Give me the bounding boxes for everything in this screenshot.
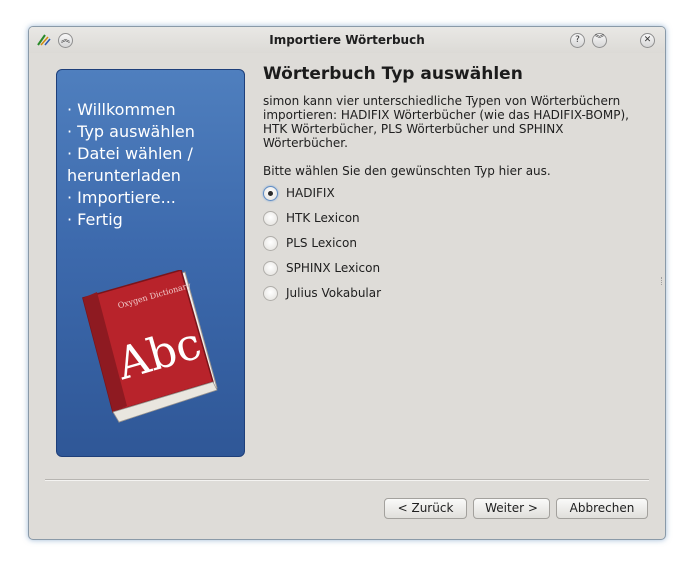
page-title: Wörterbuch Typ auswählen bbox=[263, 64, 523, 84]
button-separator bbox=[45, 479, 649, 481]
radio-label-htk[interactable]: HTK Lexicon bbox=[286, 211, 360, 225]
close-icon[interactable]: ✕ bbox=[640, 33, 655, 48]
radio-julius-vokabular[interactable]: Julius Vokabular bbox=[263, 284, 381, 302]
step-select-type: · Typ auswählen bbox=[67, 122, 195, 141]
radio-htk-lexicon[interactable]: HTK Lexicon bbox=[263, 209, 360, 227]
step-import: · Importiere... bbox=[67, 188, 176, 207]
radio-button[interactable] bbox=[263, 235, 278, 251]
radio-label-sphinx[interactable]: SPHINX Lexicon bbox=[286, 261, 380, 275]
minimize-icon[interactable]: ︾ bbox=[592, 33, 607, 48]
step-download: herunterladen bbox=[67, 166, 181, 185]
next-button[interactable]: Weiter > bbox=[473, 498, 550, 519]
radio-label-hadifix[interactable]: HADIFIX bbox=[286, 186, 335, 200]
title-bar[interactable]: ︽ Importiere Wörterbuch ? ︾ ✕ bbox=[29, 27, 665, 53]
step-select-file: · Datei wählen / bbox=[67, 144, 193, 163]
radio-label-julius[interactable]: Julius Vokabular bbox=[286, 286, 381, 300]
step-welcome: · Willkommen bbox=[67, 100, 176, 119]
radio-hadifix[interactable]: HADIFIX bbox=[263, 184, 335, 202]
back-button[interactable]: < Zurück bbox=[384, 498, 467, 519]
dictionary-book-icon: Oxygen Dictionary Abc bbox=[82, 270, 218, 423]
radio-button[interactable] bbox=[263, 260, 278, 276]
radio-pls-lexicon[interactable]: PLS Lexicon bbox=[263, 234, 357, 252]
radio-label-pls[interactable]: PLS Lexicon bbox=[286, 236, 357, 250]
page-description: simon kann vier unterschiedliche Typen v… bbox=[263, 94, 629, 150]
radio-button[interactable] bbox=[263, 210, 278, 226]
radio-sphinx-lexicon[interactable]: SPHINX Lexicon bbox=[263, 259, 380, 277]
dialog-window: ︽ Importiere Wörterbuch ? ︾ ✕ · Willkomm… bbox=[28, 26, 666, 540]
type-prompt: Bitte wählen Sie den gewünschten Typ hie… bbox=[263, 164, 551, 178]
help-icon[interactable]: ? bbox=[570, 33, 585, 48]
resize-grip[interactable] bbox=[661, 277, 664, 285]
wizard-side-panel: · Willkommen · Typ auswählen · Datei wäh… bbox=[56, 69, 245, 457]
wizard-steps: · Willkommen · Typ auswählen · Datei wäh… bbox=[67, 99, 195, 231]
step-finish: · Fertig bbox=[67, 210, 123, 229]
cancel-button[interactable]: Abbrechen bbox=[556, 498, 648, 519]
radio-button[interactable] bbox=[263, 285, 278, 301]
radio-button-checked[interactable] bbox=[263, 185, 278, 201]
